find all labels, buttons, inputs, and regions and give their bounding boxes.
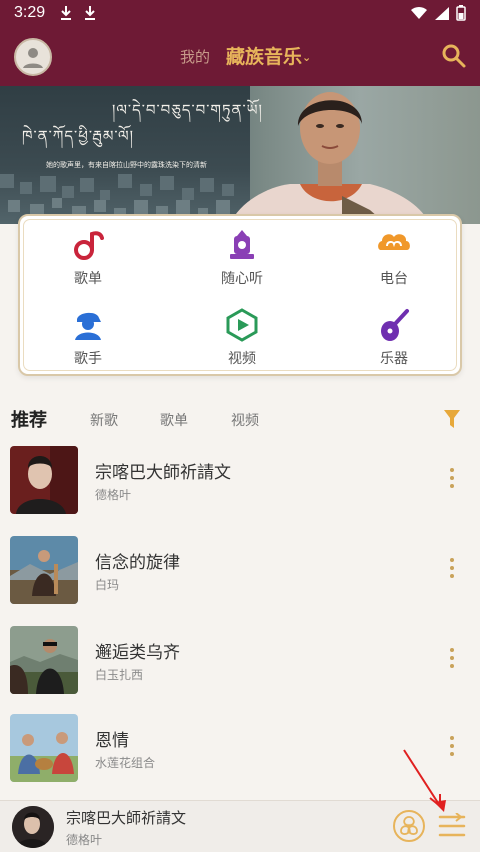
more-options-icon[interactable] <box>446 558 458 582</box>
battery-icon <box>456 5 466 21</box>
tab-tibetan-music[interactable]: 藏族音乐⌄ <box>226 42 311 69</box>
banner-title-line2: ཁེ་ན་ཀོད་ཕྱི་རྦུམ་ལོ། <box>22 127 134 145</box>
song-list-item[interactable]: 宗喀巴大師祈請文 德格叶 <box>0 446 480 532</box>
song-artist: 白玉扎西 <box>95 668 144 682</box>
app-header: 我的 藏族音乐⌄ <box>0 26 480 86</box>
song-list-item[interactable]: 邂逅类乌齐 白玉扎西 <box>0 626 480 712</box>
download-icon <box>61 6 72 20</box>
search-icon[interactable] <box>440 42 468 70</box>
song-cover <box>10 714 78 782</box>
playlist-icon[interactable] <box>438 813 466 839</box>
avatar-icon <box>23 48 43 68</box>
song-list-icon <box>74 231 104 260</box>
content-tabs: 推荐 新歌 歌单 视频 <box>0 400 480 436</box>
song-list-item[interactable]: 信念的旋律 白玛 <box>0 536 480 622</box>
more-options-icon[interactable] <box>446 468 458 492</box>
banner-subtitle: 她的歌声里，有来自喀拉山野中的露珠洗染下的清新 <box>46 161 207 169</box>
banner-singer-image <box>230 92 430 224</box>
status-time: 3:29 <box>14 4 46 21</box>
wifi-icon <box>411 6 427 19</box>
tab-new-songs[interactable]: 新歌 <box>90 410 118 430</box>
random-listen-icon <box>230 230 254 259</box>
menu-label: 随心听 <box>221 271 263 287</box>
signal-icon <box>435 7 449 20</box>
song-cover <box>10 536 78 604</box>
song-cover-image <box>10 536 78 604</box>
song-artist: 白玛 <box>95 578 120 592</box>
more-options-icon[interactable] <box>446 736 458 760</box>
song-title: 信念的旋律 <box>95 553 180 573</box>
tab-playlists[interactable]: 歌单 <box>160 410 188 430</box>
player-artist: 德格叶 <box>66 833 103 847</box>
song-cover <box>10 446 78 514</box>
more-options-icon[interactable] <box>446 648 458 672</box>
menu-instrument[interactable]: 乐器 <box>334 308 454 368</box>
song-artist: 德格叶 <box>95 488 132 502</box>
menu-label: 电台 <box>380 271 408 287</box>
song-artist: 水莲花组合 <box>95 756 156 770</box>
category-menu: 歌单 随心听 电台 歌手 视频 乐器 <box>18 214 462 376</box>
song-cover-image <box>10 446 78 514</box>
song-cover <box>10 626 78 694</box>
player-song-title: 宗喀巴大師祈請文 <box>66 809 187 827</box>
download-icon <box>85 6 96 20</box>
instrument-icon <box>381 309 409 341</box>
tab-tibetan-music-label: 藏族音乐 <box>226 46 303 68</box>
tab-mine[interactable]: 我的 <box>180 46 210 67</box>
tab-videos[interactable]: 视频 <box>231 410 259 430</box>
chevron-down-icon: ⌄ <box>302 51 312 64</box>
menu-song-list[interactable]: 歌单 <box>28 228 148 288</box>
song-title: 宗喀巴大師祈請文 <box>95 463 231 483</box>
menu-label: 视频 <box>228 351 256 367</box>
menu-label: 歌单 <box>74 271 102 287</box>
menu-video[interactable]: 视频 <box>182 308 302 368</box>
menu-radio[interactable]: 电台 <box>334 228 454 288</box>
singer-icon <box>75 312 101 340</box>
song-title: 恩情 <box>95 731 129 751</box>
menu-random-listen[interactable]: 随心听 <box>182 228 302 288</box>
menu-label: 歌手 <box>74 351 102 367</box>
player-cover <box>12 806 54 848</box>
status-icons <box>410 5 466 21</box>
player-cover-image <box>12 806 54 848</box>
song-list-item[interactable]: 恩情 水莲花组合 <box>0 714 480 800</box>
tab-recommend[interactable]: 推荐 <box>11 406 47 432</box>
song-title: 邂逅类乌齐 <box>95 643 180 663</box>
banner-carousel[interactable]: །ལ་དེ་བ་བཅུད་བ་གཏུན་ཡོ། ཁེ་ན་ཀོད་ཕྱི་རྦུ… <box>0 86 480 224</box>
song-cover-image <box>10 714 78 782</box>
song-cover-image <box>10 626 78 694</box>
play-icon[interactable] <box>392 809 426 843</box>
status-bar: 3:29 <box>0 0 480 26</box>
user-avatar[interactable] <box>14 38 52 76</box>
video-icon <box>226 308 258 342</box>
radio-icon <box>378 234 410 250</box>
mini-player[interactable]: 宗喀巴大師祈請文 德格叶 <box>0 800 480 852</box>
menu-label: 乐器 <box>380 351 408 367</box>
filter-icon[interactable] <box>444 410 460 428</box>
menu-singer[interactable]: 歌手 <box>28 308 148 368</box>
